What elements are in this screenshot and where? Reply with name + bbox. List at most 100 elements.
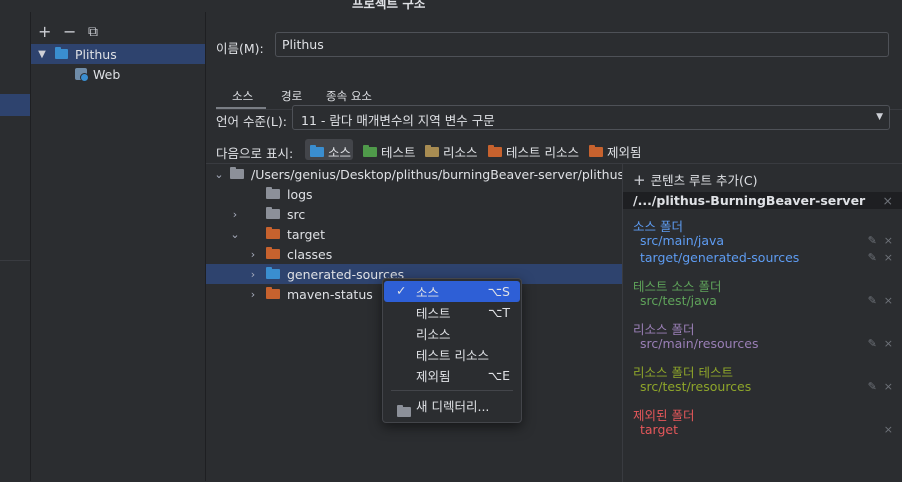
- tree-item-generated-sources[interactable]: › generated-sources: [246, 264, 404, 284]
- chevron-right-icon[interactable]: ›: [228, 208, 242, 221]
- menu-item-source[interactable]: ✓ 소스 ⌥S: [384, 281, 520, 302]
- language-level-value: 11 - 람다 매개변수의 지역 변수 구문: [301, 113, 495, 128]
- menu-item-excluded[interactable]: 제외됨 ⌥E: [384, 365, 520, 386]
- row-actions[interactable]: ✎ ×: [868, 251, 893, 264]
- resource-folder-item[interactable]: src/main/resources: [640, 336, 758, 351]
- add-module-button[interactable]: +: [38, 24, 51, 40]
- close-icon[interactable]: ×: [884, 337, 893, 350]
- test-folder-icon: [363, 145, 377, 157]
- chevron-right-icon[interactable]: ›: [246, 248, 260, 261]
- edit-icon[interactable]: ✎: [868, 337, 877, 350]
- tab-sources[interactable]: 소스: [232, 88, 253, 108]
- source-folder-icon: [310, 145, 324, 157]
- menu-item-test[interactable]: 테스트 ⌥T: [384, 302, 520, 323]
- menu-item-resource[interactable]: 리소스: [384, 323, 520, 344]
- language-level-select[interactable]: 11 - 람다 매개변수의 지역 변수 구문 ▼: [292, 105, 890, 130]
- remove-module-button[interactable]: −: [63, 24, 76, 40]
- add-content-root-button[interactable]: + 콘텐츠 루트 추가(C): [633, 170, 758, 189]
- source-folder-item[interactable]: target/generated-sources: [640, 250, 799, 265]
- close-icon[interactable]: ×: [884, 423, 893, 436]
- menu-item-new-directory[interactable]: 새 디렉터리...: [384, 395, 520, 417]
- module-settings: 이름(M): Plithus 소스 경로 종속 요소 언어 수준(L): 11 …: [206, 12, 902, 482]
- edit-icon[interactable]: ✎: [868, 234, 877, 247]
- menu-item-label: 제외됨: [416, 369, 451, 384]
- row-actions[interactable]: ✎ ×: [868, 380, 893, 393]
- tree-root[interactable]: ⌄ /Users/genius/Desktop/plithus/burningB…: [212, 164, 622, 184]
- tree-item-logs[interactable]: logs: [246, 184, 313, 204]
- mark-source-button[interactable]: 소스: [305, 139, 353, 160]
- mark-test-button[interactable]: 테스트: [362, 139, 418, 160]
- row-actions[interactable]: ✎ ×: [868, 234, 893, 247]
- menu-item-test-resource[interactable]: 테스트 리소스: [384, 344, 520, 365]
- tree-item-label: src: [287, 206, 306, 222]
- folder-icon: [266, 207, 280, 219]
- test-folder-item[interactable]: src/test/java: [640, 293, 717, 308]
- module-item-plithus[interactable]: ▼ Plithus: [31, 44, 205, 64]
- chevron-right-icon[interactable]: ›: [246, 268, 260, 281]
- add-content-root-label: 콘텐츠 루트 추가(C): [650, 173, 758, 188]
- name-label: 이름(M):: [216, 41, 264, 56]
- name-field[interactable]: Plithus: [275, 32, 889, 57]
- check-icon: ✓: [396, 283, 407, 298]
- folder-icon: [266, 187, 280, 199]
- web-facet-icon: [75, 68, 89, 82]
- close-icon[interactable]: ×: [884, 380, 893, 393]
- menu-separator: [391, 390, 513, 391]
- menu-item-label: 테스트 리소스: [416, 348, 489, 363]
- menu-item-label: 소스: [416, 285, 440, 300]
- edit-icon[interactable]: ✎: [868, 251, 877, 264]
- row-actions[interactable]: ×: [884, 423, 893, 436]
- close-icon[interactable]: ×: [883, 193, 893, 208]
- menu-item-label: 리소스: [416, 327, 451, 342]
- tree-item-src[interactable]: › src: [228, 204, 305, 224]
- tree-item-target[interactable]: ⌄ target: [228, 224, 325, 244]
- modules-panel: + − ⧉ ▼ Plithus Web: [31, 12, 206, 481]
- excluded-folder-icon: [589, 145, 603, 157]
- edit-icon[interactable]: ✎: [868, 294, 877, 307]
- menu-item-label: 테스트: [416, 306, 451, 321]
- chevron-down-icon[interactable]: ⌄: [228, 228, 242, 241]
- name-value: Plithus: [282, 37, 324, 52]
- row-actions[interactable]: ✎ ×: [868, 294, 893, 307]
- close-icon[interactable]: ×: [884, 251, 893, 264]
- excluded-folder-item[interactable]: target: [640, 422, 678, 437]
- module-label: Web: [93, 66, 121, 82]
- test-resource-folder-item[interactable]: src/test/resources: [640, 379, 751, 394]
- settings-sidebar: [0, 12, 31, 481]
- mark-as-label: 다음으로 표시:: [216, 146, 294, 161]
- close-icon[interactable]: ×: [884, 234, 893, 247]
- tree-root-label: /Users/genius/Desktop/plithus/burningBea…: [251, 166, 622, 182]
- tree-item-label: target: [287, 226, 326, 242]
- menu-item-shortcut: ⌥E: [487, 368, 510, 383]
- sidebar-divider: [0, 260, 30, 261]
- copy-module-button[interactable]: ⧉: [88, 24, 98, 40]
- content-roots-panel: + 콘텐츠 루트 추가(C) /.../plithus-BurningBeave…: [622, 163, 902, 482]
- mark-test-resource-button[interactable]: 테스트 리소스: [487, 139, 583, 160]
- menu-item-label: 새 디렉터리...: [416, 399, 490, 414]
- menu-item-shortcut: ⌥T: [487, 305, 510, 320]
- chevron-down-icon: ▼: [876, 112, 883, 122]
- plus-icon: +: [633, 170, 646, 189]
- folder-icon: [266, 287, 280, 299]
- source-folder-item[interactable]: src/main/java: [640, 233, 724, 248]
- window-title: 프로젝트 구조: [352, 0, 426, 11]
- module-item-web[interactable]: Web: [75, 64, 120, 84]
- content-root-path: /.../plithus-BurningBeaver-server: [633, 193, 866, 208]
- tree-item-label: logs: [287, 186, 313, 202]
- menu-item-shortcut: ⌥S: [487, 284, 510, 299]
- tree-item-classes[interactable]: › classes: [246, 244, 332, 264]
- sidebar-selected-item[interactable]: [0, 94, 30, 116]
- mark-excluded-button[interactable]: 제외됨: [588, 139, 644, 160]
- folder-icon: [230, 167, 244, 179]
- chevron-down-icon[interactable]: ⌄: [212, 168, 226, 181]
- title-bar: 프로젝트 구조: [0, 0, 902, 12]
- close-icon[interactable]: ×: [884, 294, 893, 307]
- edit-icon[interactable]: ✎: [868, 380, 877, 393]
- chevron-down-icon[interactable]: ▼: [33, 49, 51, 60]
- folder-icon: [266, 227, 280, 239]
- row-actions[interactable]: ✎ ×: [868, 337, 893, 350]
- mark-resource-button[interactable]: 리소스: [424, 139, 480, 160]
- tree-item-label: maven-status: [287, 286, 373, 302]
- chevron-right-icon[interactable]: ›: [246, 288, 260, 301]
- tree-item-maven-status[interactable]: › maven-status: [246, 284, 373, 304]
